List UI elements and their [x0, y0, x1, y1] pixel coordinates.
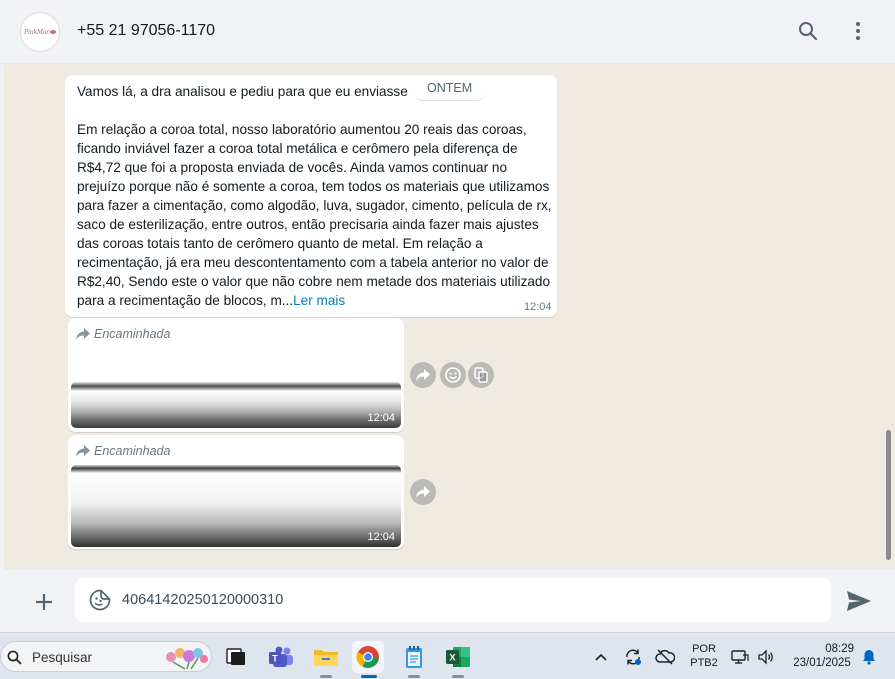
- contact-avatar[interactable]: PinkMar: [20, 12, 60, 52]
- app-open-indicator: [452, 675, 464, 678]
- excel-icon[interactable]: X: [442, 641, 474, 673]
- message-text: Vamos lá, a dra analisou e pediu para qu…: [77, 82, 553, 310]
- volume-icon[interactable]: [754, 641, 778, 673]
- clock-time: 08:29: [825, 643, 854, 655]
- language-code: POR: [692, 643, 716, 655]
- app-open-indicator: [320, 675, 332, 678]
- media-time: 12:04: [367, 412, 395, 424]
- media-thumbnail[interactable]: 12:04: [71, 465, 401, 547]
- sync-icon[interactable]: [620, 641, 646, 673]
- kebab-menu-icon[interactable]: [845, 18, 871, 44]
- media-thumbnail[interactable]: 12:04: [71, 382, 401, 428]
- taskbar-search[interactable]: Pesquisar: [0, 641, 212, 672]
- flowers-decoration-icon: [166, 648, 208, 670]
- avatar-logo-mark: [49, 30, 56, 34]
- search-icon[interactable]: [795, 18, 821, 44]
- send-icon[interactable]: [845, 589, 873, 613]
- attach-plus-icon[interactable]: [30, 588, 58, 616]
- clock[interactable]: 08:29 23/01/2025: [784, 642, 860, 670]
- chevron-up-icon[interactable]: [588, 641, 614, 673]
- notepad-icon[interactable]: [398, 641, 430, 673]
- forward-arrow-icon: [76, 445, 90, 457]
- app-open-indicator: [408, 675, 420, 678]
- avatar-logo-text: PinkMar: [24, 28, 49, 36]
- forwarded-text: Encaminhada: [94, 444, 171, 458]
- emoji-react-icon[interactable]: [440, 362, 466, 388]
- date-chip: ONTEM: [415, 76, 485, 100]
- display-network-icon[interactable]: [728, 641, 752, 673]
- cloud-offline-icon[interactable]: [652, 641, 678, 673]
- input-language-indicator[interactable]: POR PTB2: [686, 642, 722, 670]
- sticker-icon: [89, 589, 111, 611]
- chat-header: PinkMar +55 21 97056-1170: [0, 0, 895, 64]
- chat-scrollbar[interactable]: [886, 430, 891, 560]
- forwarded-media-message[interactable]: Encaminhada 12:04: [68, 435, 404, 549]
- copy-icon[interactable]: [468, 362, 494, 388]
- file-explorer-icon[interactable]: [310, 641, 342, 673]
- forwarded-label: Encaminhada: [76, 327, 170, 341]
- task-view-icon[interactable]: [220, 641, 252, 673]
- clock-date: 23/01/2025: [793, 657, 851, 669]
- read-more-link[interactable]: Ler mais: [293, 293, 345, 308]
- windows-taskbar: Pesquisar T X POR PTB2 08:29 23/01/2025: [0, 632, 895, 679]
- forward-icon[interactable]: [410, 479, 436, 505]
- message-input-value: 40641420250120000310: [122, 592, 284, 608]
- composer-bar: 40641420250120000310: [0, 570, 895, 632]
- contact-name[interactable]: +55 21 97056-1170: [77, 22, 215, 40]
- teams-icon[interactable]: T: [265, 641, 297, 673]
- app-active-indicator: [361, 675, 377, 678]
- chat-area[interactable]: Vamos lá, a dra analisou e pediu para qu…: [4, 65, 891, 570]
- keyboard-layout: PTB2: [690, 657, 718, 669]
- forwarded-text: Encaminhada: [94, 327, 171, 341]
- message-input[interactable]: 40641420250120000310: [75, 578, 831, 622]
- taskbar-search-placeholder: Pesquisar: [32, 650, 93, 665]
- search-icon: [7, 650, 22, 665]
- svg-text:T: T: [272, 654, 278, 664]
- forwarded-label: Encaminhada: [76, 444, 170, 458]
- chrome-icon[interactable]: [352, 641, 384, 673]
- notification-bell-icon[interactable]: [858, 641, 880, 673]
- forwarded-media-message[interactable]: Encaminhada 12:04: [68, 318, 404, 432]
- media-time: 12:04: [367, 531, 395, 543]
- message-body: Vamos lá, a dra analisou e pediu para qu…: [77, 84, 552, 308]
- message-time: 12:04: [524, 301, 552, 313]
- forward-arrow-icon: [76, 328, 90, 340]
- svg-text:X: X: [449, 653, 455, 663]
- forward-icon[interactable]: [410, 362, 436, 388]
